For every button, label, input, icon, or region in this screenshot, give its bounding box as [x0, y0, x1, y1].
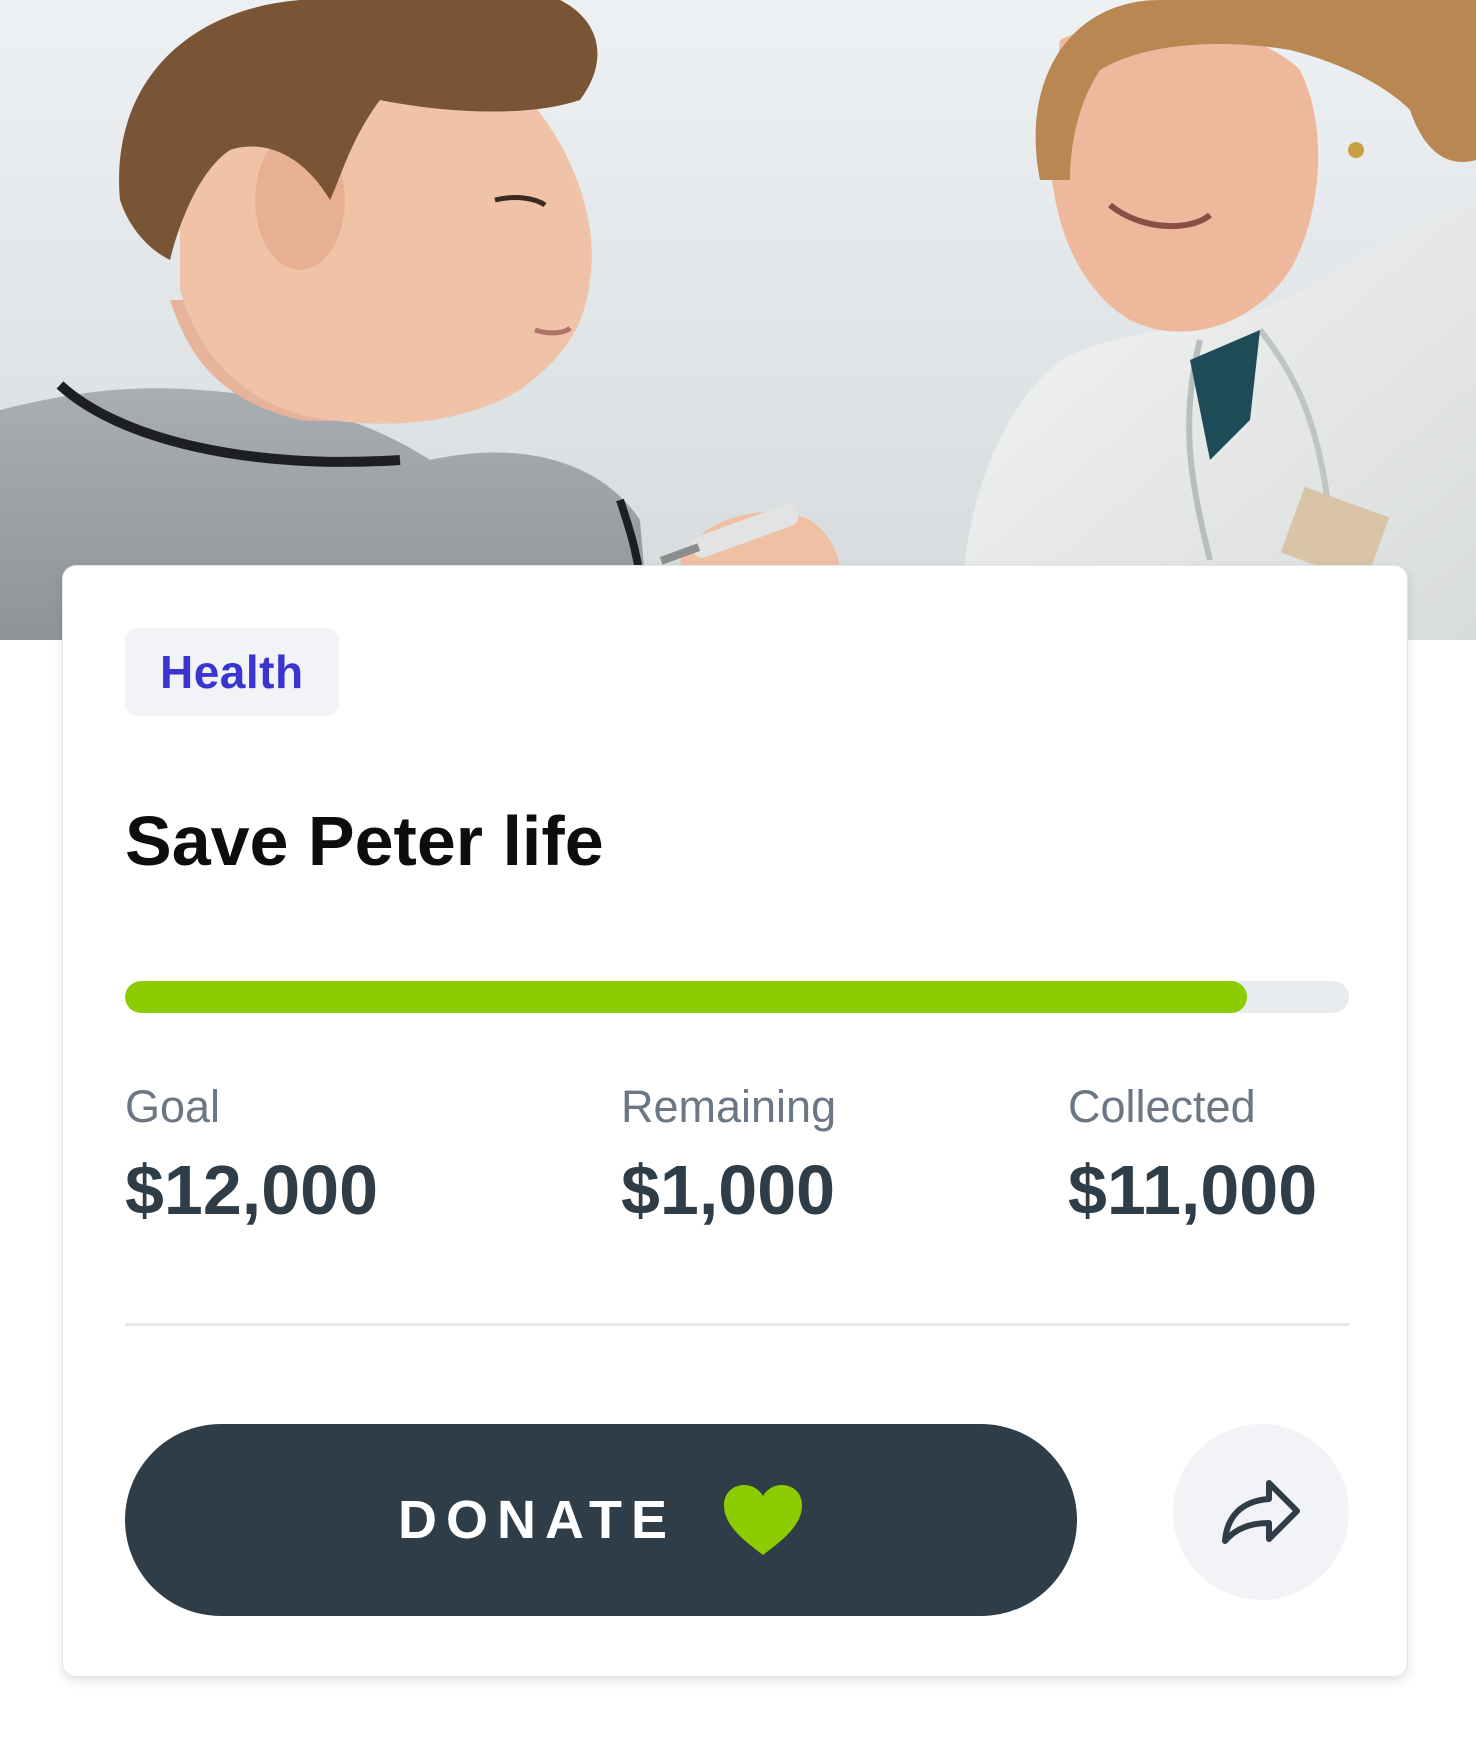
donate-button[interactable]: DONATE [125, 1424, 1077, 1616]
remaining-amount: $1,000 [621, 1151, 836, 1229]
collected-amount: $11,000 [1068, 1151, 1318, 1229]
goal-label: Goal [125, 1081, 221, 1132]
campaign-card: Health Save Peter life Goal $12,000 Rema… [62, 565, 1408, 1677]
share-button[interactable] [1173, 1424, 1349, 1600]
campaign-hero-image [0, 0, 1476, 640]
collected-label: Collected [1068, 1081, 1256, 1132]
category-tag-label: Health [160, 646, 304, 698]
goal-stat: Goal $12,000 [125, 1084, 378, 1225]
remaining-stat: Remaining $1,000 [621, 1084, 836, 1225]
donate-button-label: DONATE [398, 1490, 676, 1550]
category-tag[interactable]: Health [125, 628, 339, 716]
divider [125, 1323, 1349, 1326]
collected-stat: Collected $11,000 [1068, 1084, 1317, 1225]
funding-progress-bar [125, 981, 1349, 1013]
campaign-title: Save Peter life [125, 802, 604, 880]
goal-amount: $12,000 [125, 1151, 379, 1229]
heart-icon [722, 1483, 804, 1557]
funding-progress-fill [125, 981, 1248, 1013]
remaining-label: Remaining [621, 1081, 837, 1132]
share-icon [1219, 1477, 1303, 1547]
